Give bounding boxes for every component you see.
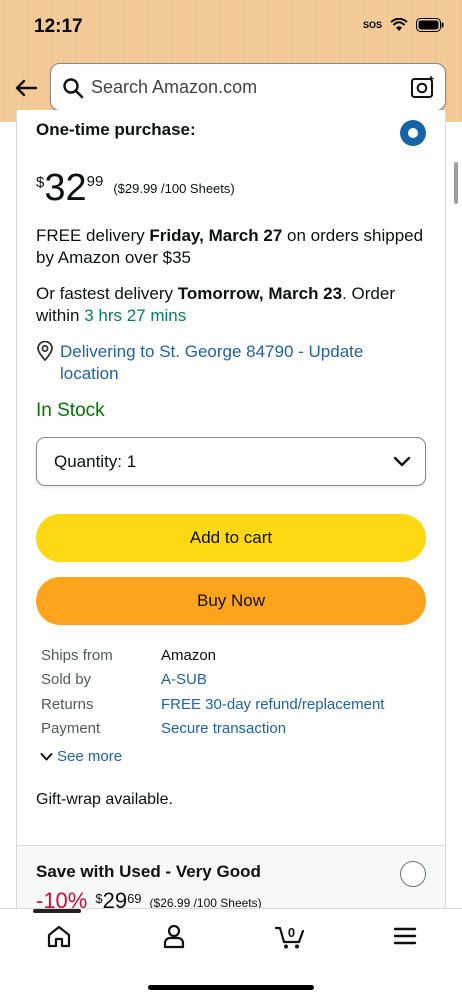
search-input[interactable] (91, 72, 391, 102)
price: $ 32 99 ($29.99 /100 Sheets) (36, 168, 235, 208)
cart-count: 0 (288, 925, 295, 940)
price-fraction: 99 (86, 173, 104, 190)
scrollbar[interactable] (454, 162, 458, 204)
back-arrow-icon[interactable] (12, 74, 40, 102)
cart-icon[interactable]: 0 (274, 922, 306, 950)
delivery-info: FREE delivery Friday, March 27 on orders… (36, 225, 423, 247)
sold-by-link[interactable]: A-SUB (161, 671, 207, 688)
location-line2[interactable]: location (60, 363, 390, 385)
chevron-down-icon (40, 752, 53, 760)
battery-icon (416, 18, 444, 32)
used-price-fraction: 69 (127, 891, 142, 906)
see-more-link[interactable]: See more (40, 748, 122, 765)
home-indicator (148, 985, 314, 990)
add-to-cart-button[interactable]: Add to cart (36, 514, 426, 562)
menu-icon[interactable] (391, 922, 419, 950)
delivery-prefix: FREE delivery (36, 226, 150, 245)
wifi-icon (390, 18, 408, 31)
quantity-select[interactable]: Quantity: 1 (36, 437, 426, 486)
home-icon[interactable] (45, 922, 73, 950)
fastest-prefix: Or fastest delivery (36, 284, 178, 303)
sos-indicator: SOS (362, 19, 382, 30)
used-option-title: Save with Used - Very Good (36, 862, 261, 881)
fastest-date: Tomorrow, March 23 (177, 284, 343, 303)
see-more-label[interactable]: See more (57, 748, 122, 765)
payment-link[interactable]: Secure transaction (161, 720, 286, 737)
status-icons: SOS (363, 18, 444, 32)
within-label: within (36, 306, 85, 325)
delivery-date: Friday, March 27 (149, 226, 283, 245)
account-icon[interactable] (160, 922, 188, 950)
unit-price: ($29.99 /100 Sheets) (113, 181, 235, 196)
used-option-radio[interactable] (400, 861, 426, 887)
delivery-info-line2: by Amazon over $35 (36, 248, 191, 267)
camera-search-icon[interactable] (409, 73, 437, 101)
price-symbol: $ (36, 174, 45, 191)
ships-from-value: Amazon (161, 647, 217, 664)
location-line1[interactable]: Delivering to St. George 84790 - Update (60, 341, 390, 363)
gift-wrap-note: Gift-wrap available. (36, 791, 173, 808)
used-price-symbol: $ (95, 891, 103, 906)
fastest-suffix: . Order (342, 284, 395, 303)
fastest-delivery: Or fastest delivery Tomorrow, March 23. … (36, 283, 395, 305)
status-time: 12:17 (34, 16, 83, 37)
delivery-countdown: 3 hrs 27 mins (84, 306, 187, 325)
price-whole: 32 (44, 167, 87, 209)
location-pin-icon (37, 341, 53, 361)
active-tab-indicator (33, 909, 81, 913)
payment-label: Payment (41, 720, 101, 737)
ships-from-label: Ships from (41, 647, 113, 664)
search-icon (63, 78, 84, 99)
returns-link[interactable]: FREE 30-day refund/replacement (161, 696, 384, 713)
one-time-purchase-title: One-time purchase: (36, 120, 196, 139)
delivery-location-link[interactable]: Delivering to St. George 84790 - Update … (60, 341, 390, 385)
sold-by-label: Sold by (41, 671, 92, 688)
returns-label: Returns (41, 696, 94, 713)
search-box[interactable] (50, 63, 446, 111)
fastest-delivery-line2: within 3 hrs 27 mins (36, 305, 186, 327)
delivery-suffix: on orders shipped (282, 226, 424, 245)
quantity-label: Quantity: 1 (54, 452, 137, 471)
stock-status: In Stock (36, 400, 105, 421)
chevron-down-icon (393, 456, 411, 467)
one-time-purchase-radio[interactable] (400, 120, 426, 146)
buy-now-button[interactable]: Buy Now (36, 577, 426, 625)
